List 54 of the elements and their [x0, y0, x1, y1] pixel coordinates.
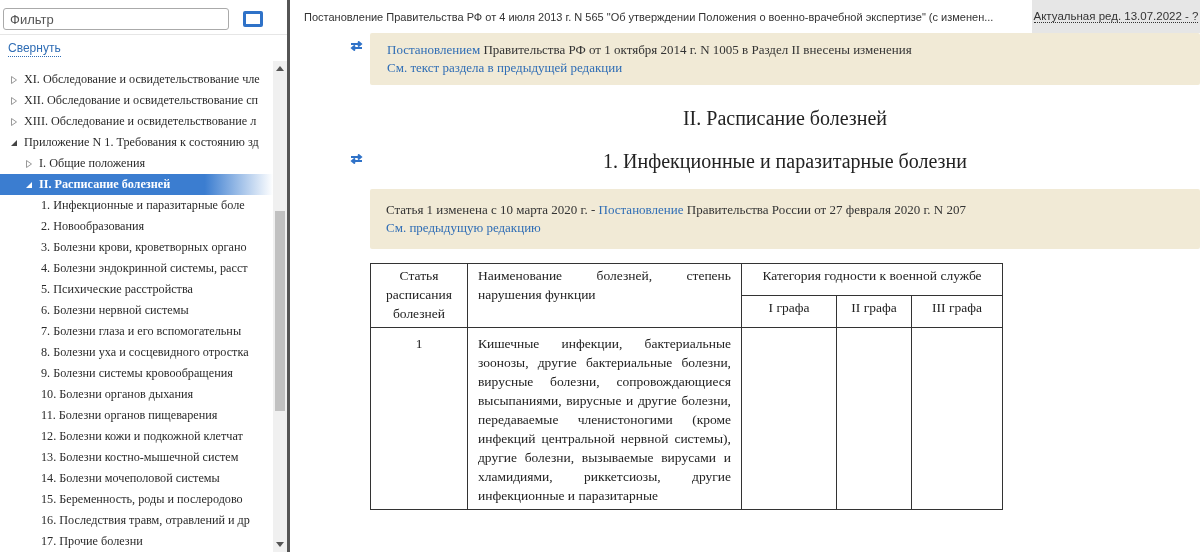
column-header: Статья расписания болезней — [370, 263, 468, 328]
tree-item[interactable]: 8. Болезни уха и сосцевидного отростка — [0, 342, 273, 363]
notice-link[interactable]: См. текст раздела в предыдущей редакции — [387, 60, 623, 75]
window-button[interactable] — [243, 11, 263, 27]
tree-item[interactable]: 14. Болезни мочеполовой системы — [0, 468, 273, 489]
column-header: Наименование болезней, степень нарушения функции — [467, 263, 742, 328]
tree-item[interactable]: XII. Обследование и освидетельствование сп — [0, 90, 273, 111]
expanded-triangle-icon[interactable] — [10, 138, 18, 147]
notice-link[interactable]: Постановление — [598, 202, 684, 217]
notice-text: Постановлением Правительства РФ от 1 октября 2014 г. N 1005 в Раздел II внесены изменения — [387, 41, 913, 59]
tree-item[interactable]: 1. Инфекционные и паразитарные боле — [0, 195, 273, 216]
tree-item[interactable]: 6. Болезни нервной системы — [0, 300, 273, 321]
tree-item[interactable]: 3. Болезни крови, кроветворных органо — [0, 237, 273, 258]
swap-arrows-icon[interactable] — [350, 41, 363, 51]
collapse-link[interactable]: Свернуть — [8, 41, 61, 57]
scroll-up-icon[interactable] — [276, 65, 284, 71]
tree-item[interactable]: 10. Болезни органов дыхания — [0, 384, 273, 405]
collapsed-triangle-icon[interactable] — [10, 117, 18, 126]
tree-item[interactable]: 15. Беременность, роды и послеродово — [0, 489, 273, 510]
tree-item[interactable]: 4. Болезни эндокринной системы, расст — [0, 258, 273, 279]
tree-item[interactable]: I. Общие положения — [0, 153, 273, 174]
swap-arrows-icon[interactable] — [350, 154, 363, 164]
tree-item[interactable]: 2. Новообразования — [0, 216, 273, 237]
column-header: I графа — [741, 295, 837, 328]
expanded-triangle-icon[interactable] — [25, 180, 33, 189]
scrollbar[interactable] — [273, 61, 287, 552]
tree-item[interactable]: 17. Прочие болезни — [0, 531, 273, 552]
collapsed-triangle-icon[interactable] — [25, 159, 33, 168]
collapsed-triangle-icon[interactable] — [10, 96, 18, 105]
table-cell: 1 — [370, 327, 468, 510]
tree-item[interactable]: XIII. Обследование и освидетельствование л — [0, 111, 273, 132]
column-group-header: Категория годности к военной службе — [741, 263, 1003, 296]
document-title: Постановление Правительства РФ от 4 июля 2013 г. N 565 "Об утверждении Положения о военно-врачебной экспертизе" (с изменен... — [303, 9, 995, 25]
tree-item[interactable]: 5. Психические расстройства — [0, 279, 273, 300]
tree-item[interactable]: Приложение N 1. Требования к состоянию зд — [0, 132, 273, 153]
tree-item[interactable]: 9. Болезни системы кровообращения — [0, 363, 273, 384]
tree-item[interactable]: 16. Последствия травм, отравлений и др — [0, 510, 273, 531]
tree-item[interactable]: XI. Обследование и освидетельствование чле — [0, 69, 273, 90]
collapsed-triangle-icon[interactable] — [10, 75, 18, 84]
chapter-title: 1. Инфекционные и паразитарные болезни — [602, 150, 968, 173]
column-header: III графа — [911, 295, 1003, 328]
tree-item[interactable]: 7. Болезни глаза и его вспомогательны — [0, 321, 273, 342]
notice-link[interactable]: См. предыдущую редакцию — [386, 220, 541, 235]
column-header: II графа — [836, 295, 912, 328]
tree-item[interactable]: 12. Болезни кожи и подкожной клетчат — [0, 426, 273, 447]
scroll-down-icon[interactable] — [276, 542, 284, 548]
tree-item[interactable]: 11. Болезни органов пищеварения — [0, 405, 273, 426]
notice-text: Статья 1 изменена с 10 марта 2020 г. - Постановление Правительства России от 27 февраля 2020 г. N 207 — [386, 201, 967, 219]
table-cell: Кишечные инфекции, бактериальные зоонозы, другие бактериальные болезни, вирусные болезни, сопровождающиеся высыпаниями, вирусные и другие болезни, передаваемые членистоногими (кроме инфекций центральной нервной системы), другие болезни, вызываемые вирусами и хламидиями, риккетсиозы, другие инфекционные и паразитарные — [467, 327, 742, 510]
tree-item[interactable]: II. Расписание болезней — [0, 174, 273, 195]
notice-link[interactable]: Постановлением — [387, 42, 481, 57]
filter-field[interactable]: Фильтр — [3, 8, 229, 30]
section-title: II. Расписание болезней — [681, 107, 889, 130]
tree-item[interactable]: 13. Болезни костно-мышечной систем — [0, 447, 273, 468]
